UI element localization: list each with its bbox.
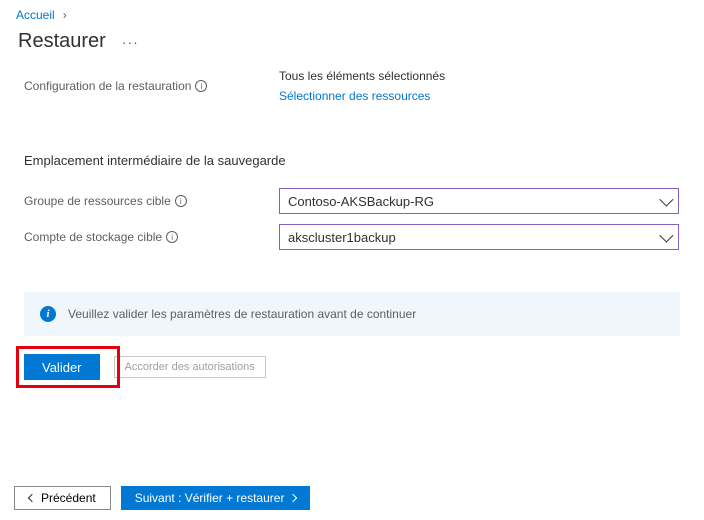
validation-banner-text: Veuillez valider les paramètres de resta… [68,307,416,321]
resource-group-label: Groupe de ressources cible i [24,194,279,208]
storage-account-label-text: Compte de stockage cible [24,230,162,244]
chevron-right-icon: › [63,8,67,22]
storage-account-row: Compte de stockage cible i akscluster1ba… [24,224,680,250]
chevron-down-icon [659,229,673,243]
validate-row: Valider Accorder des autorisations [24,354,680,380]
next-button-label: Suivant : Vérifier + restaurer [135,491,285,505]
resource-group-value: Contoso-AKSBackup-RG [288,194,434,209]
info-icon[interactable]: i [166,231,178,243]
storage-account-label: Compte de stockage cible i [24,230,279,244]
restore-config-row: Configuration de la restauration i Tous … [24,69,680,103]
previous-button-label: Précédent [41,491,96,505]
storage-account-select[interactable]: akscluster1backup [279,224,679,250]
chevron-right-icon [289,494,297,502]
breadcrumb: Accueil › [0,0,704,26]
info-icon[interactable]: i [195,80,207,92]
resource-group-label-text: Groupe de ressources cible [24,194,171,208]
wizard-footer: Précédent Suivant : Vérifier + restaurer [14,486,310,510]
resource-group-row: Groupe de ressources cible i Contoso-AKS… [24,188,680,214]
grant-permissions-button: Accorder des autorisations [114,356,266,378]
info-icon: i [40,306,56,322]
info-icon[interactable]: i [175,195,187,207]
restore-config-label-text: Configuration de la restauration [24,79,191,93]
storage-account-value: akscluster1backup [288,230,396,245]
staging-section-title: Emplacement intermédiaire de la sauvegar… [24,153,680,168]
page-header: Restaurer ··· [0,26,704,69]
chevron-down-icon [659,193,673,207]
next-button[interactable]: Suivant : Vérifier + restaurer [121,486,311,510]
breadcrumb-home[interactable]: Accueil [16,8,55,22]
resource-group-select[interactable]: Contoso-AKSBackup-RG [279,188,679,214]
restore-config-label: Configuration de la restauration i [24,79,279,93]
page-title: Restaurer [18,30,106,53]
validation-banner: i Veuillez valider les paramètres de res… [24,292,680,336]
previous-button[interactable]: Précédent [14,486,111,510]
validate-button[interactable]: Valider [24,354,100,380]
restore-config-value: Tous les éléments sélectionnés [279,69,680,83]
select-resources-link[interactable]: Sélectionner des ressources [279,89,680,103]
more-icon[interactable]: ··· [122,34,139,50]
chevron-left-icon [28,494,36,502]
